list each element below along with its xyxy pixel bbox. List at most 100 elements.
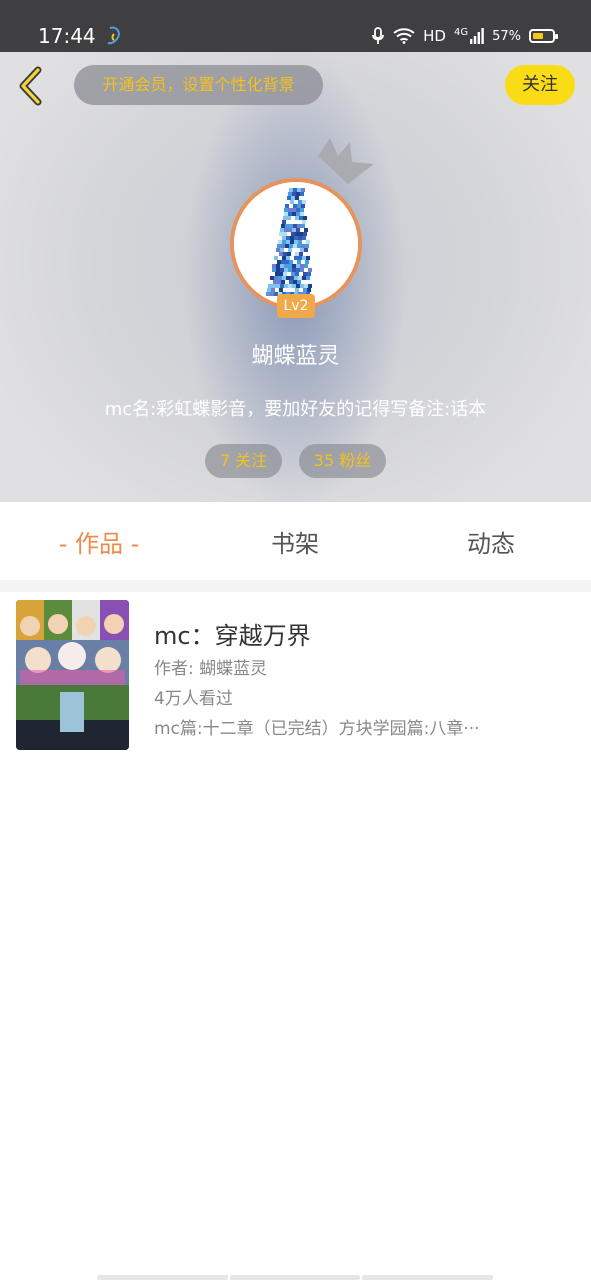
avatar-pixel — [289, 224, 293, 228]
avatar-pixel — [295, 288, 299, 292]
work-title[interactable]: mc：穿越万界 — [154, 616, 311, 651]
avatar-pixel — [306, 256, 310, 260]
battery-fill — [533, 33, 543, 39]
avatar-pixel — [296, 212, 300, 216]
avatar-pixel — [292, 284, 296, 288]
avatar[interactable] — [230, 178, 362, 310]
avatar-pixel — [303, 216, 307, 220]
avatar-pixel — [266, 292, 270, 296]
avatar-pixel — [282, 276, 286, 280]
work-author: 作者: 蝴蝶蓝灵 — [154, 659, 268, 679]
avatar-pixel — [284, 284, 288, 288]
avatar-pixel — [305, 260, 309, 264]
avatar-pixel — [286, 240, 290, 244]
avatar-pixel — [286, 256, 290, 260]
follow-button[interactable]: 关注 — [505, 65, 575, 105]
avatar-pixel — [308, 268, 312, 272]
avatar-pixel — [287, 252, 291, 256]
avatar-pixel — [283, 252, 287, 256]
work-card[interactable]: mc：穿越万界 作者: 蝴蝶蓝灵 4万人看过 mc篇:十二章（已完结）方块学园篇… — [8, 592, 583, 760]
avatar-pixel — [292, 264, 296, 268]
avatar-pixel — [304, 248, 308, 252]
tabs-divider — [0, 580, 591, 592]
avatar-pixel — [294, 236, 298, 240]
microphone-icon — [372, 27, 385, 44]
avatar-pixel — [287, 216, 291, 220]
avatar-pixel — [306, 240, 310, 244]
avatar-pixel — [273, 280, 277, 284]
avatar-pixel — [294, 256, 298, 260]
work-cover-art — [16, 600, 129, 750]
avatar-pixel — [279, 232, 283, 236]
network-type: HD — [423, 27, 446, 45]
level-badge: Lv2 — [277, 294, 315, 318]
work-views: 4万人看过 — [154, 689, 233, 709]
avatar-pixel — [300, 264, 304, 268]
avatar-pixel — [280, 248, 284, 252]
back-button[interactable] — [14, 64, 48, 108]
avatar-pixel — [292, 228, 296, 232]
work-summary: mc篇:十二章（已完结）方块学园篇:八章··· — [154, 719, 480, 739]
avatar-pixel — [298, 236, 302, 240]
avatar-pixel — [277, 244, 281, 248]
avatar-pixel — [280, 284, 284, 288]
work-cover-image[interactable] — [16, 600, 129, 750]
avatar-pixel — [285, 224, 289, 228]
avatar-pixel — [276, 264, 280, 268]
followers-count[interactable]: 35 粉丝 — [299, 444, 386, 478]
avatar-pixel — [293, 244, 297, 248]
avatar-pixel — [292, 208, 296, 212]
home-indicator-right — [362, 1275, 493, 1280]
avatar-pixel — [297, 260, 301, 264]
avatar-pixel — [300, 212, 304, 216]
avatar-pixel — [293, 224, 297, 228]
avatar-pixel — [301, 244, 305, 248]
avatar-pixel — [301, 204, 305, 208]
avatar-pixel — [307, 272, 311, 276]
avatar-pixel — [280, 228, 284, 232]
avatar-pixel — [285, 244, 289, 248]
avatar-pixel — [280, 268, 284, 272]
avatar-pixel — [304, 284, 308, 288]
avatar-pixel — [302, 236, 306, 240]
avatar-pixel — [296, 284, 300, 288]
wifi-icon — [393, 28, 415, 44]
avatar-pixel — [294, 240, 298, 244]
avatar-pixel — [270, 276, 274, 280]
avatar-pixel — [284, 228, 288, 232]
avatar-pixel — [268, 284, 272, 288]
avatar-pixel — [304, 228, 308, 232]
avatar-pixel — [298, 276, 302, 280]
tab-works[interactable]: - 作品 - — [40, 502, 158, 582]
avatar-pixel — [303, 232, 307, 236]
profile-tabs: - 作品 - 书架 动态 — [0, 502, 591, 582]
avatar-pixel — [302, 276, 306, 280]
avatar-pixel — [299, 252, 303, 256]
following-count[interactable]: 7 关注 — [205, 444, 282, 478]
signal-type: 4G — [453, 27, 469, 38]
avatar-pixel — [293, 188, 297, 192]
home-indicator-center — [230, 1275, 360, 1280]
avatar-pixel — [286, 236, 290, 240]
tab-activity[interactable]: 动态 — [432, 502, 550, 582]
home-indicator-left — [97, 1275, 228, 1280]
avatar-pixel — [303, 288, 307, 292]
vip-background-banner[interactable]: 开通会员，设置个性化背景 — [74, 65, 323, 105]
avatar-pixel — [302, 220, 306, 224]
avatar-pixel — [276, 284, 280, 288]
avatar-pixel — [277, 280, 281, 284]
avatar-pixel — [285, 204, 289, 208]
avatar-pixel — [290, 276, 294, 280]
avatar-pixel — [274, 276, 278, 280]
avatar-pixel — [279, 288, 283, 292]
avatar-pixel — [292, 212, 296, 216]
avatar-pixel — [301, 188, 305, 192]
tab-bookshelf[interactable]: 书架 — [236, 502, 354, 582]
avatar-pixel — [298, 240, 302, 244]
avatar-pixel — [288, 208, 292, 212]
avatar-pixel — [297, 224, 301, 228]
avatar-pixel — [291, 232, 295, 236]
avatar-pixel — [299, 232, 303, 236]
avatar-pixel — [279, 252, 283, 256]
avatar-pixel — [288, 192, 292, 196]
